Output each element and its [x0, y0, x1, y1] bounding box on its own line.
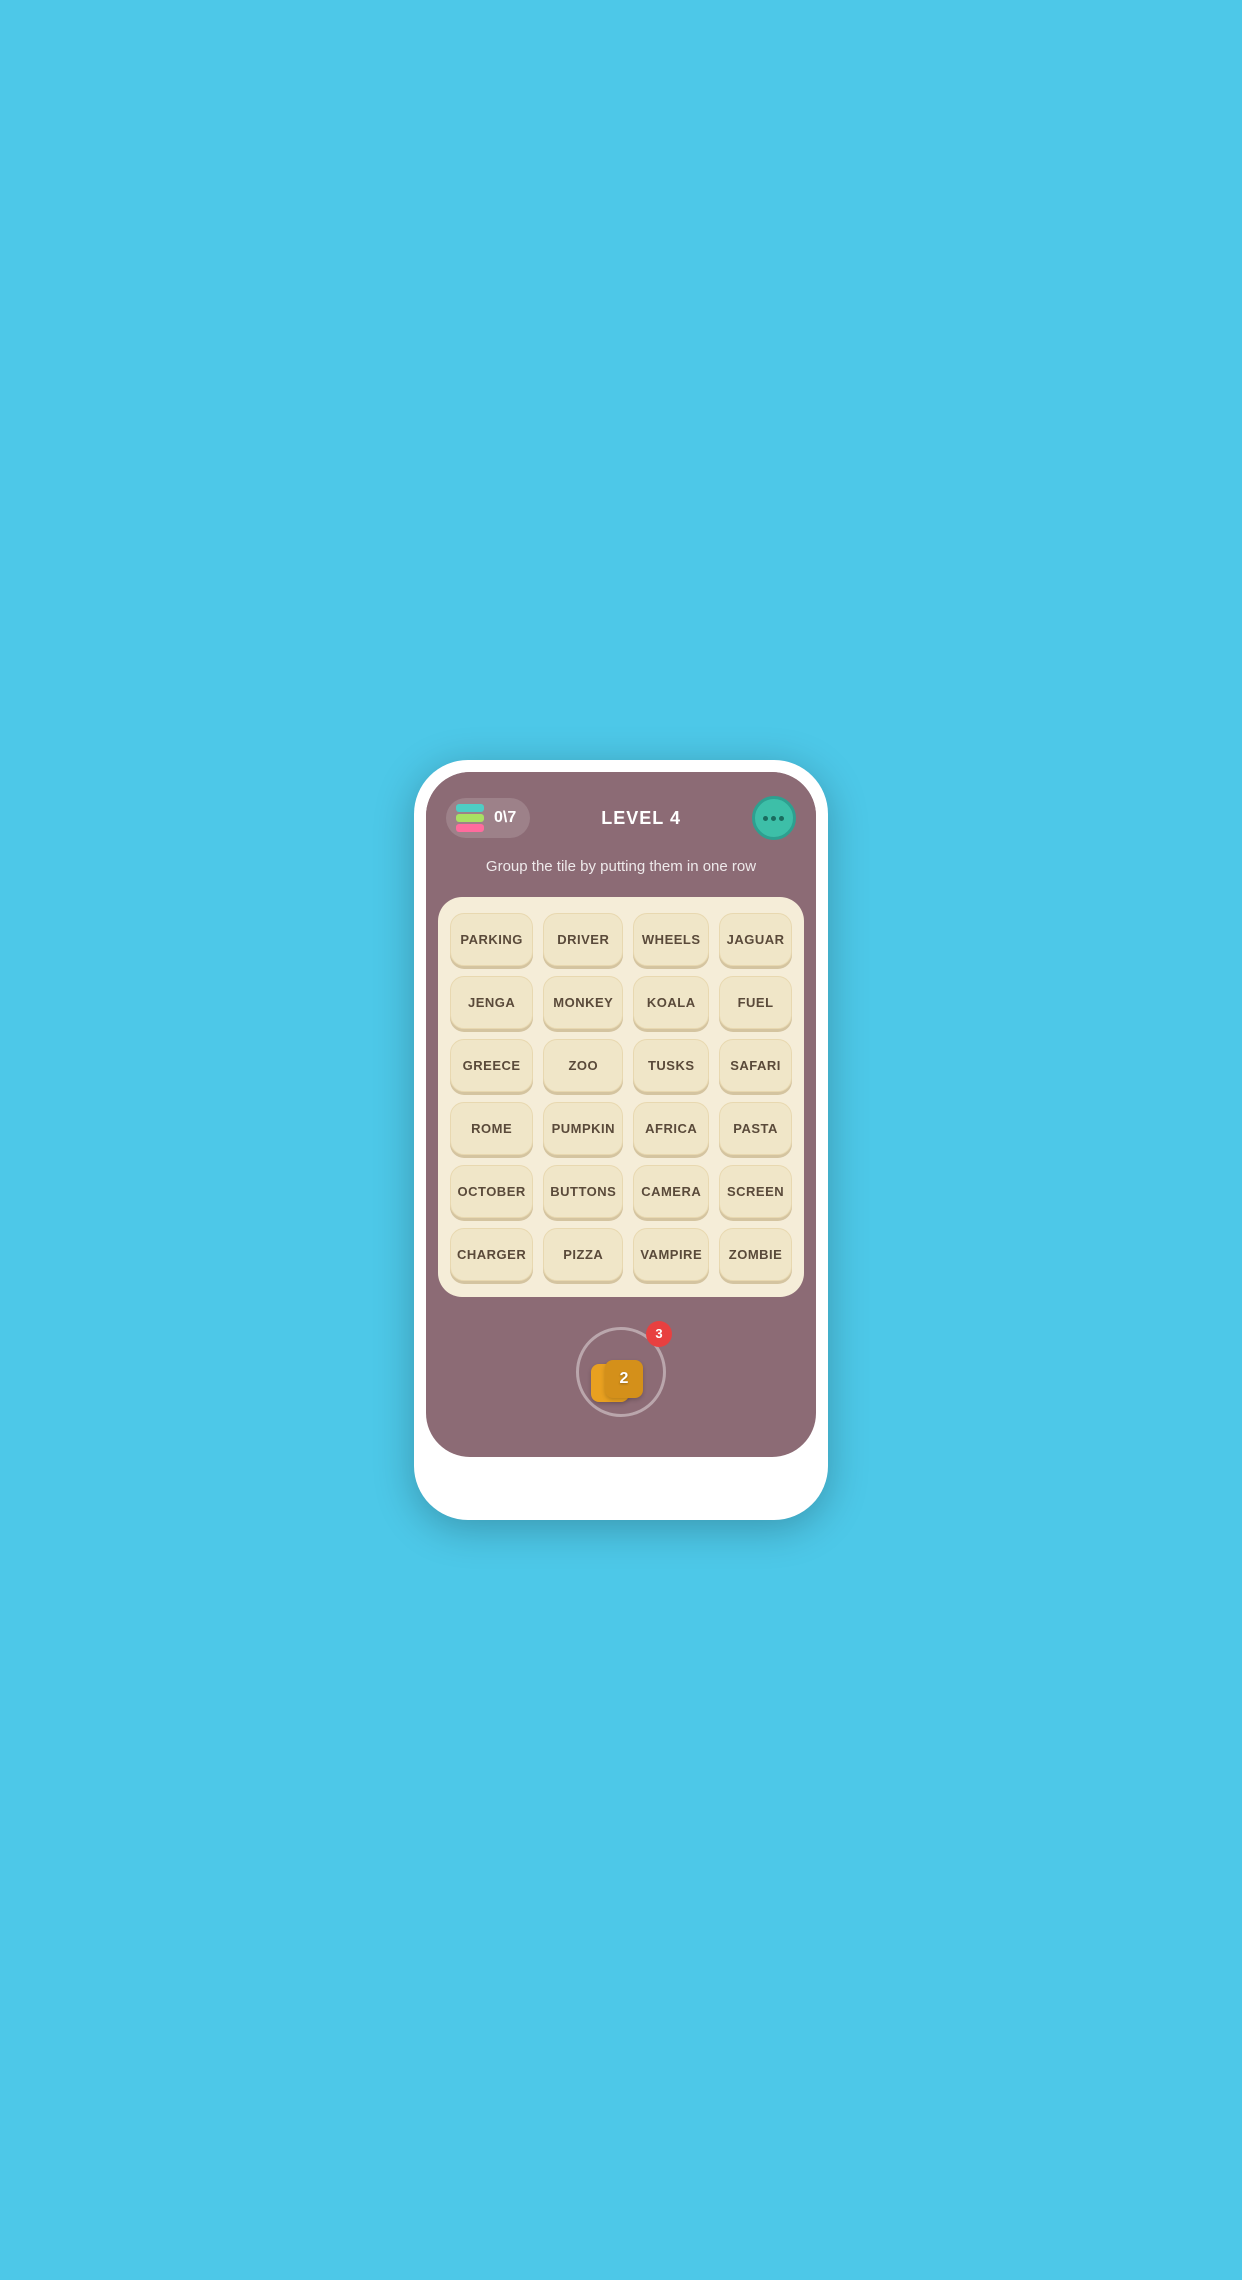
score-display: 0\7 — [494, 809, 516, 827]
level-title: LEVEL 4 — [601, 808, 681, 829]
tile-tusks[interactable]: TUSKS — [633, 1039, 709, 1092]
header: 0\7 LEVEL 4 — [426, 772, 816, 856]
layer-1 — [456, 804, 484, 812]
tile-zoo[interactable]: ZOO — [543, 1039, 623, 1092]
tile-africa[interactable]: AFRICA — [633, 1102, 709, 1155]
tile-grid: PARKINGDRIVERWHEELSJAGUAR JENGAMONKEYKOAL… — [438, 897, 804, 1297]
tile-driver[interactable]: DRIVER — [543, 913, 623, 966]
badge-count: 3 — [646, 1321, 672, 1347]
tile-zombie[interactable]: ZOMBIE — [719, 1228, 792, 1281]
tile-rome[interactable]: ROME — [450, 1102, 533, 1155]
tile-greece[interactable]: GREECE — [450, 1039, 533, 1092]
layer-3 — [456, 824, 484, 832]
layer-2 — [456, 814, 484, 822]
layers-icon — [454, 804, 486, 832]
menu-button[interactable] — [752, 796, 796, 840]
tile-fuel[interactable]: FUEL — [719, 976, 792, 1029]
tile-camera[interactable]: CAMERA — [633, 1165, 709, 1218]
tile-parking[interactable]: PARKING — [450, 913, 533, 966]
counter-widget: 1 2 3 — [576, 1327, 666, 1417]
tile-jaguar[interactable]: JAGUAR — [719, 913, 792, 966]
phone-inner: 0\7 LEVEL 4 Group the tile by putting th… — [426, 772, 816, 1457]
tile-monkey[interactable]: MONKEY — [543, 976, 623, 1029]
tile-pasta[interactable]: PASTA — [719, 1102, 792, 1155]
tile-wheels[interactable]: WHEELS — [633, 913, 709, 966]
menu-dots-icon — [763, 816, 784, 821]
tiles-stack: 1 2 — [591, 1342, 651, 1402]
mini-tile-2: 2 — [605, 1360, 643, 1398]
phone-frame: 0\7 LEVEL 4 Group the tile by putting th… — [414, 760, 828, 1520]
tile-pumpkin[interactable]: PUMPKIN — [543, 1102, 623, 1155]
tile-vampire[interactable]: VAMPIRE — [633, 1228, 709, 1281]
bottom-section: 1 2 3 — [426, 1297, 816, 1457]
tile-screen[interactable]: SCREEN — [719, 1165, 792, 1218]
tile-koala[interactable]: KOALA — [633, 976, 709, 1029]
score-badge: 0\7 — [446, 798, 530, 838]
tile-jenga[interactable]: JENGA — [450, 976, 533, 1029]
tile-buttons[interactable]: BUTTONS — [543, 1165, 623, 1218]
tile-safari[interactable]: SAFARI — [719, 1039, 792, 1092]
tile-pizza[interactable]: PIZZA — [543, 1228, 623, 1281]
instruction-text: Group the tile by putting them in one ro… — [426, 856, 816, 897]
tile-october[interactable]: OCTOBER — [450, 1165, 533, 1218]
tile-charger[interactable]: CHARGER — [450, 1228, 533, 1281]
